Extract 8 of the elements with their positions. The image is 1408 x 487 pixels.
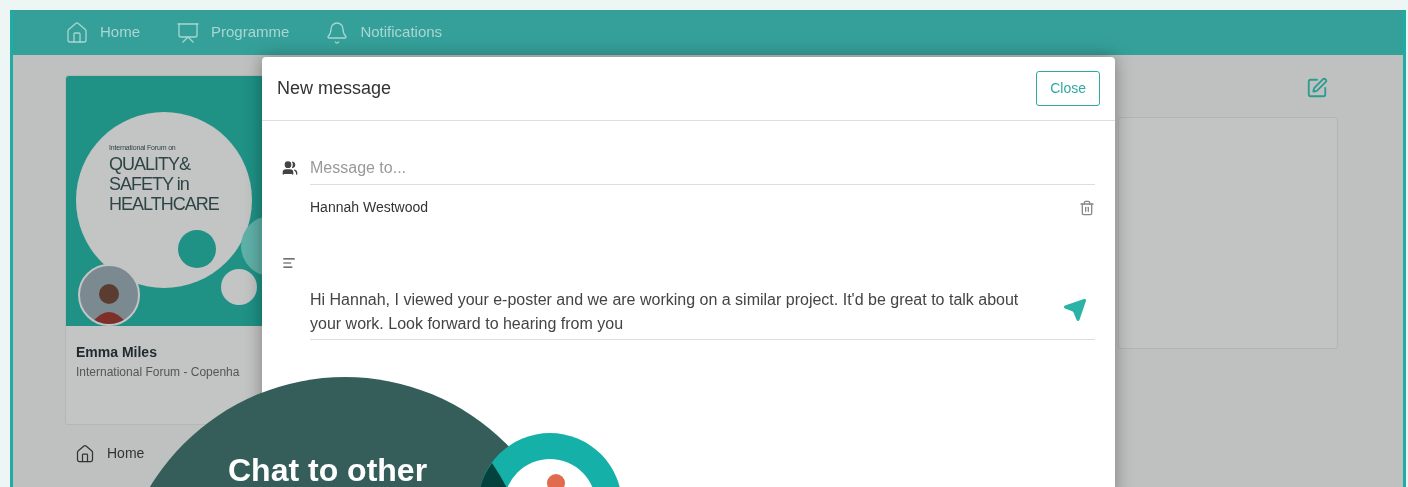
dialog-title: New message (277, 77, 392, 100)
logo-text: SAFETY in (109, 173, 189, 194)
logo-text: HEALTHCARE (109, 193, 220, 214)
profile-name: Emma Miles (76, 343, 158, 362)
promo-headline: Chat to other (228, 453, 428, 487)
recipient-name: Hannah Westwood (310, 198, 429, 217)
profile-subtitle: International Forum - Copenha (76, 364, 241, 381)
logo-text: QUALITY& (109, 153, 192, 174)
